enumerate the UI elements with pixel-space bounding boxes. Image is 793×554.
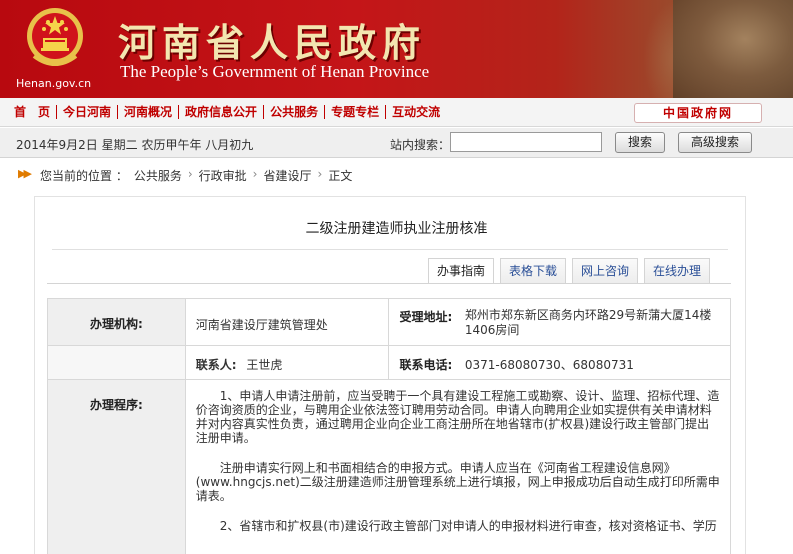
buddha-statue-image (673, 0, 793, 98)
org-value: 河南省建设厅建筑管理处 (184, 298, 390, 346)
tab-online-apply[interactable]: 在线办理 (644, 258, 711, 283)
breadcrumb-separator-icon: › (317, 167, 323, 181)
site-title-cn: 河南省人民政府 (118, 20, 427, 65)
org-label: 办理机构: (47, 298, 186, 346)
page-title: 二级注册建造师执业注册核准 (305, 221, 488, 237)
site-title-en: The People’s Government of Henan Provinc… (120, 62, 430, 81)
phone-label: 联系电话: (388, 345, 463, 380)
tab-online-consult[interactable]: 网上咨询 (572, 258, 639, 283)
procedure-label: 办理程序: (47, 379, 186, 554)
nav-item-overview[interactable]: 河南概况 (118, 105, 180, 119)
tabs-divider (47, 283, 731, 284)
service-info-table: 办理机构: 河南省建设厅建筑管理处 受理地址: 郑州市郑东新区商务内环路29号新… (47, 298, 732, 554)
table-row: 办理程序: 1、申请人申请注册前，应当受聘于一个具有建设工程施工或勘察、设计、监… (47, 379, 732, 554)
nav-item-today[interactable]: 今日河南 (57, 105, 119, 119)
china-gov-link[interactable]: 中国政府网 (634, 103, 762, 123)
table-row: 办理机构: 河南省建设厅建筑管理处 受理地址: 郑州市郑东新区商务内环路29号新… (47, 298, 731, 346)
service-tabs: 办事指南 表格下载 网上咨询 在线办理 (428, 258, 716, 283)
phone-value: 0371-68080730、68080731 (462, 345, 731, 380)
double-arrow-icon: ▶▶ (18, 167, 32, 180)
utility-bar: 2014年9月2日 星期二 农历甲午年 八月初九 站内搜索： 搜索 高级搜索 (0, 128, 793, 158)
nav-item-special-topics[interactable]: 专题专栏 (325, 105, 387, 119)
advanced-search-button[interactable]: 高级搜索 (678, 132, 752, 153)
nav-item-info-disclosure[interactable]: 政府信息公开 (179, 105, 265, 119)
current-date: 2014年9月2日 星期二 农历甲午年 八月初九 (16, 138, 254, 152)
breadcrumb-separator-icon: › (252, 167, 258, 181)
procedure-step-1-note: 注册申请实行网上和书面相结合的申报方式。申请人应当在《河南省工程建设信息网》(w… (195, 461, 720, 503)
site-domain[interactable]: Henan.gov.cn (16, 77, 91, 90)
breadcrumb-item-public-service[interactable]: 公共服务 (134, 167, 182, 184)
breadcrumb-item-construction-dept[interactable]: 省建设厅 (263, 167, 311, 184)
procedure-step-2: 2、省辖市和扩权县(市)建设行政主管部门对申请人的申报材料进行审查，核对资格证书… (219, 519, 717, 533)
contact-label: 联系人: (195, 358, 237, 372)
search-label: 站内搜索： (390, 138, 451, 152)
table-row: 联系人: 王世虎 联系电话: 0371-68080730、68080731 (47, 345, 731, 380)
address-label: 受理地址: (388, 298, 463, 346)
contact-value: 王世虎 (246, 358, 283, 372)
breadcrumb-item-admin-approval[interactable]: 行政审批 (199, 167, 247, 184)
procedure-content: 1、申请人申请注册前，应当受聘于一个具有建设工程施工或勘察、设计、监理、招标代理… (184, 379, 732, 554)
breadcrumb: 您当前的位置 ： 公共服务 › 行政审批 › 省建设厅 › 正文 (40, 167, 358, 184)
contact-cell: 联系人: 王世虎 (184, 345, 390, 380)
tab-form-download[interactable]: 表格下载 (500, 258, 567, 283)
procedure-step-1: 1、申请人申请注册前，应当受聘于一个具有建设工程施工或勘察、设计、监理、招标代理… (195, 389, 720, 445)
search-input[interactable] (450, 132, 602, 152)
national-emblem-icon (27, 8, 83, 66)
site-banner: Henan.gov.cn 河南省人民政府 The People’s Govern… (0, 0, 793, 98)
breadcrumb-prefix: 您当前的位置 ： (40, 169, 128, 183)
nav-item-home[interactable]: 首 页 (8, 105, 58, 119)
address-value: 郑州市郑东新区商务内环路29号新蒲大厦14楼1406房间 (462, 298, 731, 346)
nav-item-public-service[interactable]: 公共服务 (264, 105, 326, 119)
search-button[interactable]: 搜索 (615, 132, 665, 153)
title-divider (52, 249, 728, 250)
empty-cell (47, 345, 186, 380)
breadcrumb-item-current: 正文 (328, 169, 353, 183)
nav-item-interaction[interactable]: 互动交流 (386, 105, 446, 119)
breadcrumb-separator-icon: › (187, 167, 193, 181)
tab-service-guide[interactable]: 办事指南 (428, 258, 495, 283)
